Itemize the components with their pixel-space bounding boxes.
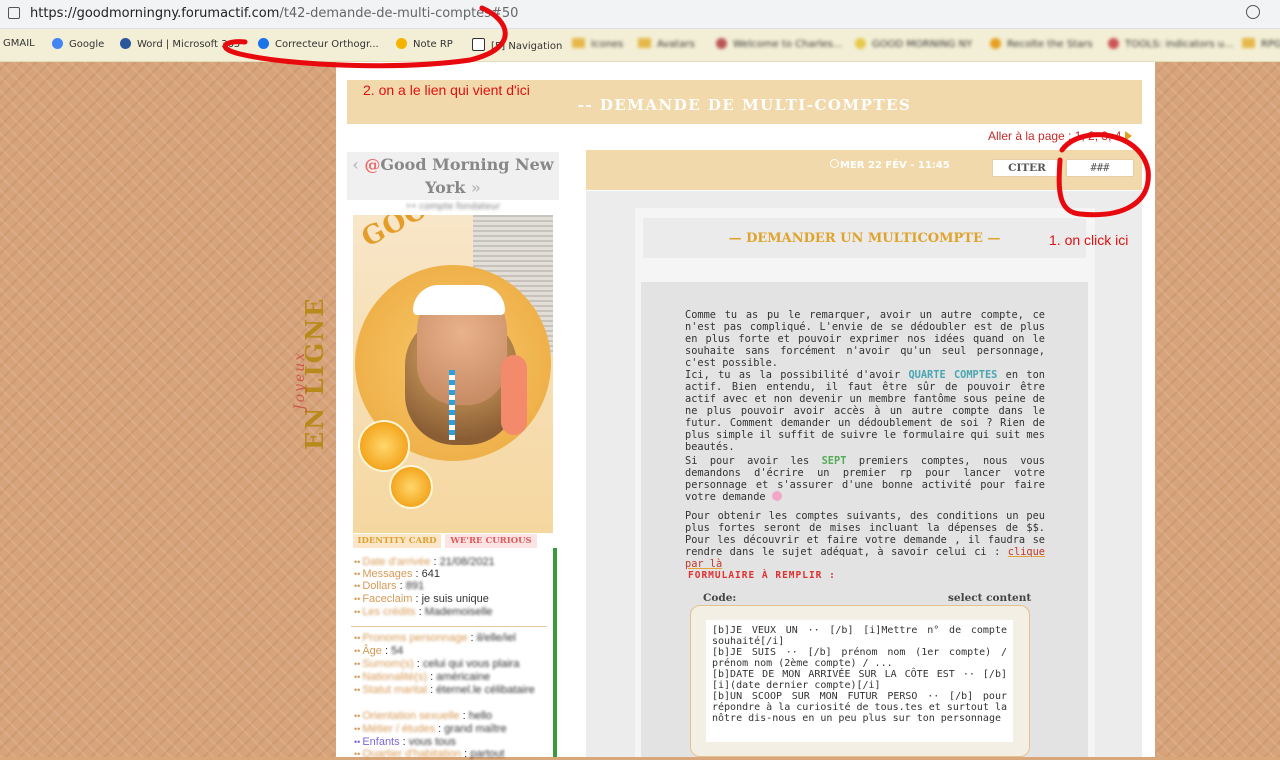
heart-icon: @	[364, 155, 381, 174]
paragraph-intro: Comme tu as pu le remarquer, avoir un au…	[685, 309, 1045, 369]
stat-nationality: •• Nationalité(s) : américaine	[354, 671, 491, 683]
bookmark-correcteur[interactable]: Correcteur Orthogr...	[258, 38, 379, 50]
site-icon	[1108, 38, 1119, 49]
bookmark-folder-avatars[interactable]: Avatars	[638, 38, 695, 50]
select-content-link[interactable]: select content	[948, 592, 1031, 604]
annotation-link-note: 2. on a le lien qui vient d'ici	[363, 82, 530, 98]
goto-page[interactable]: Aller à la page : 1, 2, 3, 4	[988, 129, 1133, 143]
stat-dollars: •• Dollars : 891	[354, 580, 425, 592]
tab-identity-card[interactable]: IDENTITY CARD	[353, 534, 441, 548]
bookmark-gmail[interactable]: GMAIL	[3, 38, 35, 49]
bookmark-navigation[interactable]: [5] Navigation	[472, 38, 562, 52]
profile-stats: •• Date d'arrivée : 21/08/2021 •• Messages…	[351, 548, 551, 760]
address-bar[interactable]: https://goodmorningny.forumactif.com/t42…	[0, 0, 1280, 29]
stat-date: •• Date d'arrivée : 21/08/2021	[354, 556, 495, 568]
card-title: — DEMANDER UN MULTICOMPTE —	[728, 231, 1001, 246]
orange-slice-icon	[358, 420, 410, 472]
arrow-right-icon	[1125, 131, 1133, 141]
avatar-scarf	[501, 355, 527, 435]
card-header: — DEMANDER UN MULTICOMPTE —	[643, 218, 1086, 258]
zoom-icon[interactable]	[1246, 5, 1260, 19]
stat-credits: •• Les crédits : Mademoiselle	[354, 606, 493, 618]
bookmark-goodmorning[interactable]: GOOD MORNING NY	[855, 38, 972, 50]
heart-icon	[771, 491, 782, 501]
correcteur-icon	[258, 38, 269, 49]
word-icon	[120, 38, 131, 49]
stat-quartier: •• Quartier d'habitation : partout	[354, 748, 505, 760]
stat-messages: •• Messages : 641	[354, 568, 440, 580]
bookmark-folder-rpg[interactable]: RPG	[1242, 38, 1280, 50]
folder-icon	[572, 38, 585, 48]
annotation-click-note: 1. on click ici	[1049, 232, 1129, 248]
permalink-button[interactable]: ###	[1066, 159, 1134, 177]
stat-pronouns: •• Pronoms personnage : il/elle/iel	[354, 632, 516, 644]
form-title: FORMULAIRE À REMPLIR :	[688, 570, 836, 581]
paragraph-accounts: Ici, tu as la possibilité d'avoir QUARTE…	[685, 369, 1045, 453]
note-icon	[396, 38, 407, 49]
url-text[interactable]: https://goodmorningny.forumactif.com/t42…	[30, 6, 518, 21]
orange-slice-icon	[389, 465, 433, 509]
profile-rank: •• compte fondateur	[405, 202, 501, 212]
profile-avatar: GOODMORNING	[353, 215, 553, 533]
profile-name[interactable]: ‹ @Good Morning New York »	[347, 152, 559, 200]
folder-icon	[1242, 38, 1255, 48]
post-date: MER 22 FÉV - 11:45	[830, 159, 950, 171]
bookmark-word[interactable]: Word | Microsoft 365	[120, 38, 240, 50]
folder-icon	[638, 38, 651, 48]
online-label: EN LIGNE Joyeux	[292, 296, 329, 450]
quote-button[interactable]: CITER	[992, 159, 1062, 177]
profile-tabs: IDENTITY CARD WE'RE CURIOUS	[353, 534, 553, 548]
bookmarks-bar: GMAIL Google Word | Microsoft 365 Correc…	[0, 29, 1280, 62]
google-icon	[52, 38, 63, 49]
stat-marital: •• Statut marital : éternel.le célibatair…	[354, 684, 535, 696]
paragraph-first-accounts: Si pour avoir les SEPT premiers comptes,…	[685, 455, 1045, 503]
avatar-visor	[413, 285, 505, 315]
chevron-right-icon: »	[465, 178, 481, 197]
stat-age: •• Âge : 54	[354, 645, 404, 657]
avatar-straw	[449, 370, 455, 440]
bookmark-tools[interactable]: TOOLS: indicators u...	[1108, 38, 1234, 50]
bookmark-recolte[interactable]: Recolte the Stars	[990, 38, 1093, 50]
site-icon	[716, 38, 727, 49]
online-script: Joyeux	[292, 350, 308, 410]
paragraph-next-accounts: Pour obtenir les comptes suivants, des c…	[685, 510, 1045, 570]
bookmark-note-rp[interactable]: Note RP	[396, 38, 453, 50]
scroll-indicator[interactable]	[553, 548, 557, 757]
lock-icon	[8, 7, 20, 19]
navigation-icon	[472, 38, 485, 51]
clock-icon	[830, 159, 839, 168]
tab-curious[interactable]: WE'RE CURIOUS	[445, 534, 537, 548]
stat-metier: •• Métier / études : grand maître	[354, 723, 507, 735]
chevron-left-icon: ‹	[352, 155, 365, 174]
code-text[interactable]: [b]JE VEUX UN ·· [/b] [i]Mettre n° de co…	[712, 625, 1007, 724]
stat-faceclaim: •• Faceclaim : je suis unique	[354, 593, 489, 605]
topic-title: -- DEMANDE DE MULTI-COMPTES	[577, 96, 912, 114]
stat-surnom: •• Surnom(s) : celui qui vous plaira	[354, 658, 520, 670]
site-icon	[855, 38, 866, 49]
bookmark-google[interactable]: Google	[52, 38, 104, 50]
code-label: Code:	[703, 592, 737, 604]
stat-enfants: •• Enfants : vous tous	[354, 736, 456, 748]
site-icon	[990, 38, 1001, 49]
stats-divider	[351, 626, 547, 627]
bookmark-welcome[interactable]: Welcome to Charles...	[716, 38, 842, 50]
stat-orientation: •• Orientation sexuelle : hello	[354, 710, 492, 722]
bookmark-folder-icones[interactable]: Icones	[572, 38, 623, 50]
